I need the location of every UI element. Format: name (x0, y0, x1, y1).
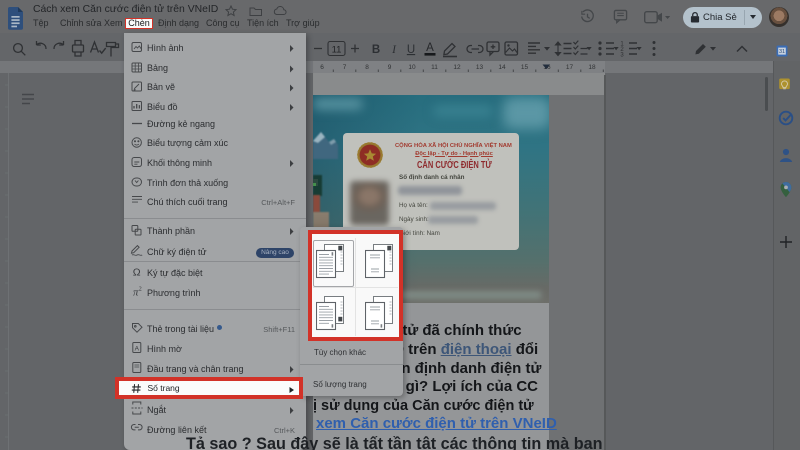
svg-text:U: U (407, 44, 415, 56)
svg-text:31: 31 (779, 49, 785, 55)
svg-text:12: 12 (453, 64, 461, 71)
svg-text:14: 14 (498, 64, 506, 71)
svg-text:10: 10 (408, 64, 416, 71)
svg-text:A: A (426, 42, 434, 54)
svg-text:8: 8 (365, 64, 369, 71)
svg-text:9: 9 (388, 64, 392, 71)
svg-text:3: 3 (620, 52, 624, 58)
svg-text:11: 11 (431, 64, 438, 71)
svg-text:7: 7 (343, 64, 347, 71)
svg-text:A: A (135, 346, 140, 353)
svg-text:2: 2 (139, 287, 142, 293)
svg-text:6: 6 (320, 64, 324, 71)
svg-text:11: 11 (332, 44, 342, 55)
svg-text:13: 13 (476, 64, 484, 71)
svg-text:I: I (391, 44, 397, 56)
svg-text:15: 15 (521, 64, 529, 71)
svg-text:Ω: Ω (133, 267, 141, 279)
svg-text:17: 17 (566, 64, 574, 71)
svg-text:B: B (372, 44, 380, 56)
svg-text:18: 18 (588, 64, 596, 71)
